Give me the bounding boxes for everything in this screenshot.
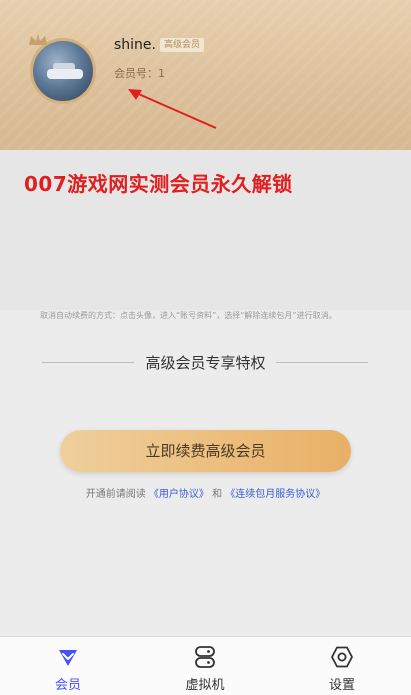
crown-icon: [29, 34, 47, 45]
red-arrow-annotation: [128, 89, 217, 129]
tab-membership-label: 会员: [54, 678, 81, 693]
avatar[interactable]: [30, 38, 96, 104]
monthly-agreement-link[interactable]: 《连续包月服务协议》: [225, 489, 325, 500]
divider-right: [276, 362, 368, 363]
member-number-label: 会员号：: [114, 67, 158, 80]
banner-title: 007游戏网实测会员永久解锁: [24, 172, 293, 196]
tab-membership[interactable]: 会员: [8, 637, 128, 695]
cancel-autorenew-note: 取消自动续费的方式：点击头像，进入“账号资料”，选择“解除连续包月”进行取消。: [40, 311, 337, 320]
user-agreement-link[interactable]: 《用户协议》: [149, 489, 209, 500]
tab-virtual-machine-label: 虚拟机: [185, 678, 225, 693]
bottom-tab-bar: 会员 虚拟机 设置: [0, 636, 411, 695]
member-tag-badge: 高级会员: [160, 38, 205, 52]
hexagon-settings-icon: [331, 646, 353, 668]
member-number-value: 1: [158, 67, 165, 80]
renew-membership-button[interactable]: 立即续费高级会员: [60, 430, 351, 472]
tab-virtual-machine[interactable]: 虚拟机: [145, 637, 265, 695]
avatar-car-body: [47, 69, 83, 79]
agreement-and: 和: [212, 489, 223, 500]
profile-header: shine. 高级会员 会员号：1: [0, 0, 411, 150]
avatar-wrap[interactable]: [29, 34, 96, 104]
server-icon: [195, 646, 215, 668]
username: shine.: [114, 37, 156, 53]
agreement-text: 开通前请阅读 《用户协议》 和 《连续包月服务协议》: [0, 485, 411, 500]
member-number: 会员号：1: [114, 65, 165, 81]
tab-settings[interactable]: 设置: [282, 637, 402, 695]
diamond-icon: [59, 650, 77, 666]
agreement-prefix: 开通前请阅读: [85, 489, 146, 500]
tab-settings-label: 设置: [328, 678, 355, 693]
